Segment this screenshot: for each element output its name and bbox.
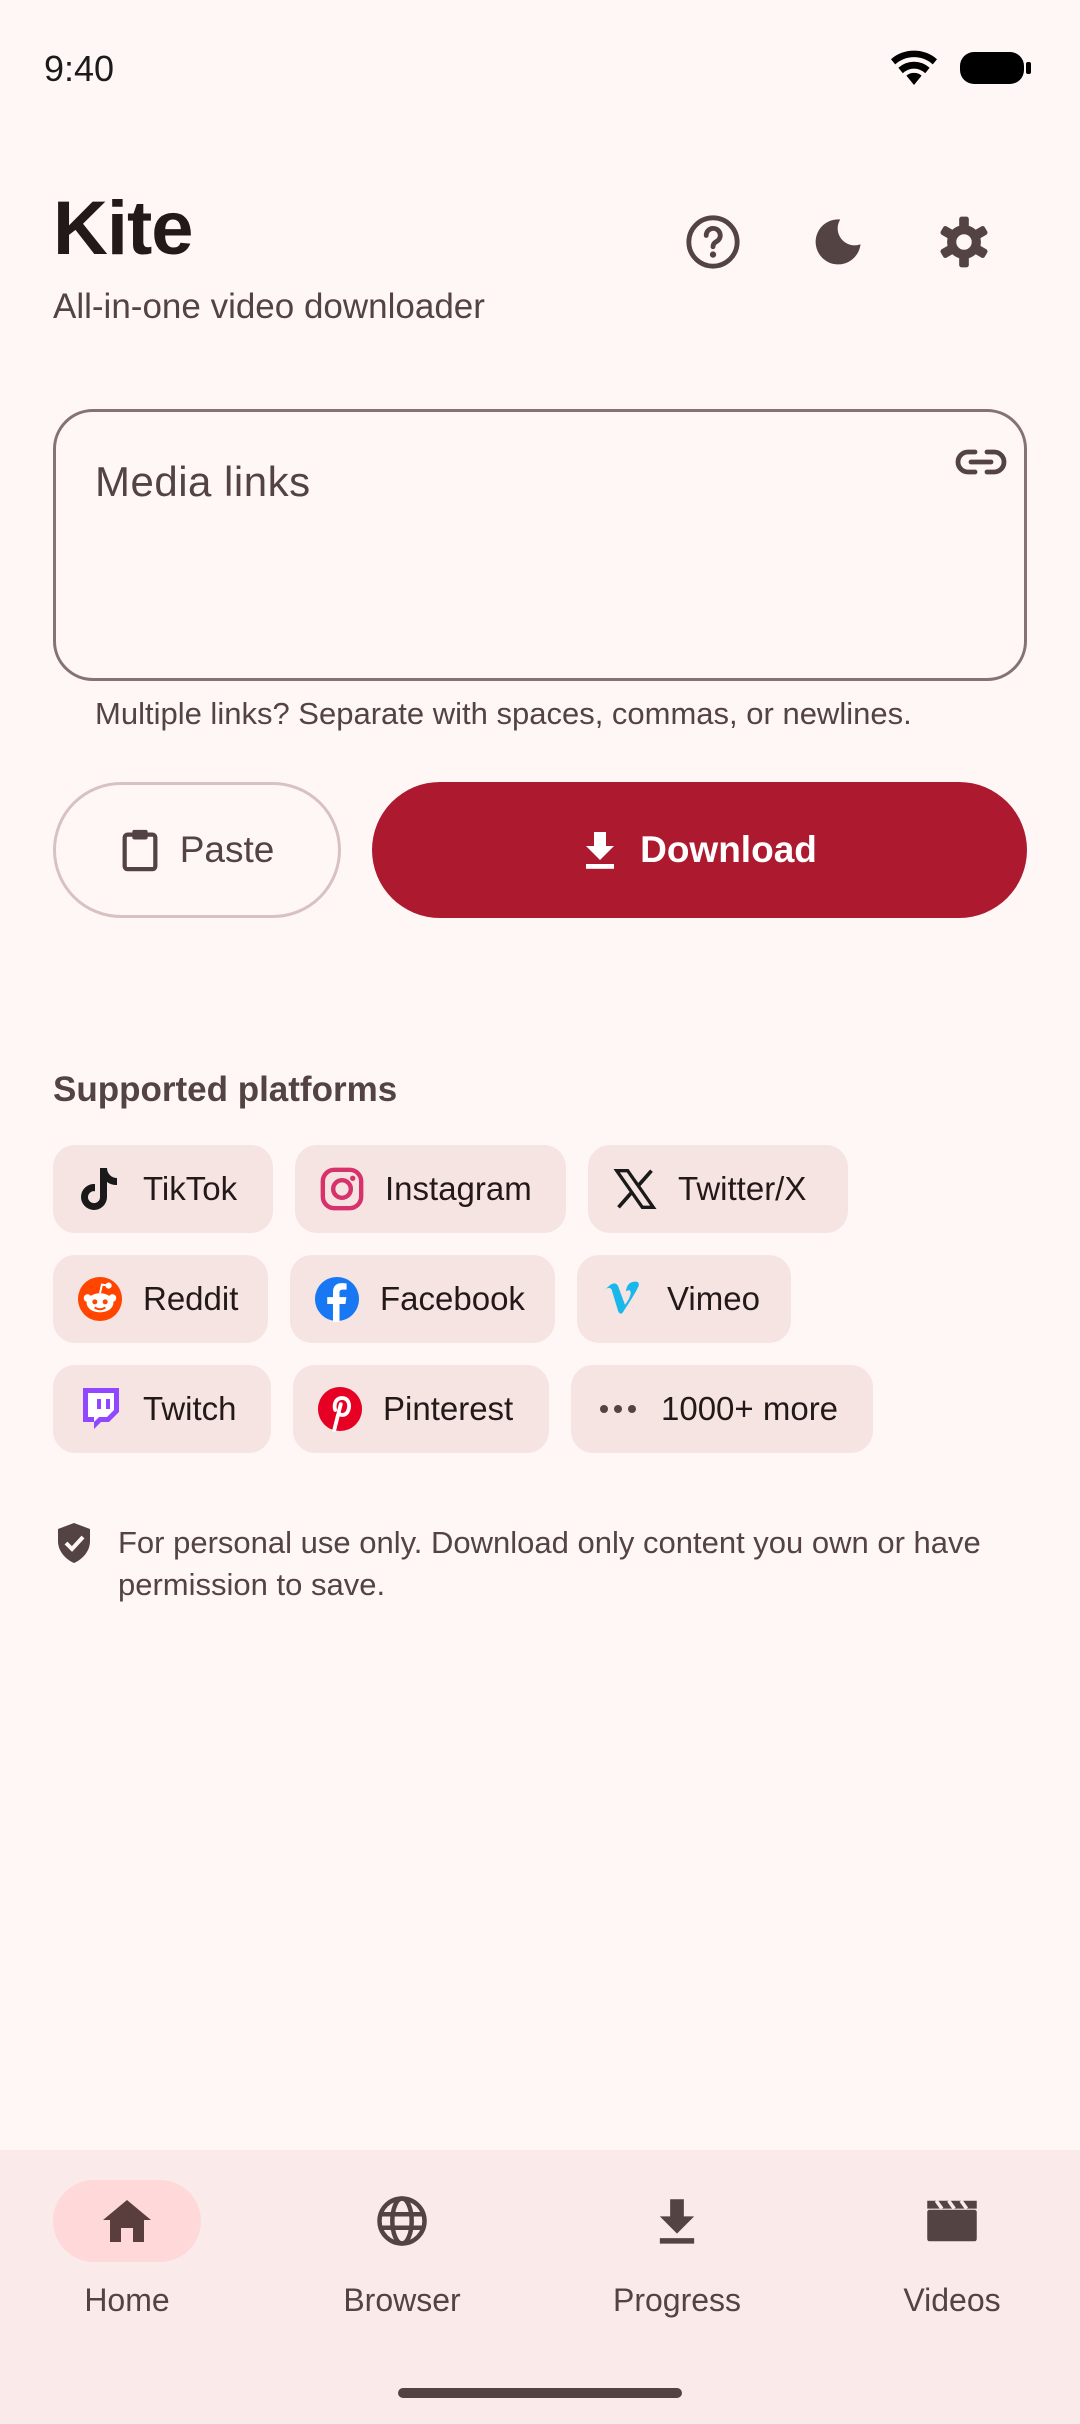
home-icon <box>103 2200 151 2242</box>
chip-label: Instagram <box>385 1170 532 1207</box>
link-icon <box>953 442 1009 487</box>
download-icon <box>586 832 615 869</box>
chip-twitch[interactable]: Twitch <box>53 1365 271 1453</box>
reddit-icon <box>77 1276 123 1322</box>
dark-mode-icon <box>815 219 861 265</box>
status-icons <box>890 50 1032 86</box>
nav-label: Videos <box>903 2282 1001 2318</box>
nav-label: Home <box>84 2282 170 2318</box>
twitch-icon <box>77 1386 123 1432</box>
download-icon <box>659 2199 695 2244</box>
chip-label: Pinterest <box>383 1390 514 1427</box>
nav-home[interactable]: Home <box>7 2180 247 2319</box>
shield-check-icon <box>56 1522 92 1569</box>
instagram-icon <box>319 1166 365 1212</box>
chip-twitter-x[interactable]: Twitter/X <box>588 1145 848 1233</box>
input-helper-text: Multiple links? Separate with spaces, co… <box>95 696 912 731</box>
disclaimer-text: For personal use only. Download only con… <box>118 1525 981 1602</box>
dark-mode-button[interactable] <box>800 204 876 280</box>
chip-vimeo[interactable]: Vimeo <box>577 1255 791 1343</box>
help-icon <box>686 215 740 269</box>
nav-icon-container <box>328 2180 476 2262</box>
nav-videos[interactable]: Videos <box>832 2180 1072 2319</box>
settings-icon <box>940 216 988 268</box>
nav-icon-container <box>878 2180 1026 2262</box>
download-button[interactable]: Download <box>372 782 1027 918</box>
download-label: Download <box>640 829 817 870</box>
media-links-input[interactable] <box>53 409 1027 681</box>
app-title: Kite <box>53 186 194 271</box>
chip-instagram[interactable]: Instagram <box>295 1145 566 1233</box>
chip-more-platforms[interactable]: 1000+ more <box>571 1365 873 1453</box>
battery-icon <box>960 52 1031 84</box>
nav-label: Browser <box>343 2282 461 2318</box>
paste-button[interactable]: Paste <box>53 782 341 918</box>
chip-label: Twitter/X <box>678 1170 807 1207</box>
clapperboard-icon <box>927 2199 977 2242</box>
chip-label: 1000+ more <box>661 1390 839 1427</box>
help-button[interactable] <box>675 204 751 280</box>
clipboard-icon <box>122 829 158 872</box>
nav-browser[interactable]: Browser <box>282 2180 522 2319</box>
chip-label: Twitch <box>143 1390 237 1427</box>
chip-label: Facebook <box>380 1280 525 1317</box>
chip-reddit[interactable]: Reddit <box>53 1255 268 1343</box>
nav-label: Progress <box>612 2282 742 2318</box>
status-time: 9:40 <box>44 48 115 89</box>
platforms-title: Supported platforms <box>53 1070 398 1109</box>
nav-active-indicator <box>53 2180 201 2262</box>
media-links-placeholder: Media links <box>95 458 311 505</box>
nav-progress[interactable]: Progress <box>557 2180 797 2319</box>
chip-label: Reddit <box>143 1280 239 1317</box>
app-subtitle: All-in-one video downloader <box>53 287 485 326</box>
facebook-icon <box>314 1276 360 1322</box>
globe-icon <box>377 2196 427 2246</box>
home-indicator <box>398 2388 682 2398</box>
chip-facebook[interactable]: Facebook <box>290 1255 555 1343</box>
chip-pinterest[interactable]: Pinterest <box>293 1365 549 1453</box>
chip-label: TikTok <box>143 1170 238 1207</box>
x-icon <box>612 1166 658 1212</box>
vimeo-icon <box>601 1276 647 1322</box>
chip-tiktok[interactable]: TikTok <box>53 1145 273 1233</box>
nav-icon-container <box>603 2180 751 2262</box>
tiktok-icon <box>77 1166 123 1212</box>
wifi-icon <box>891 50 937 85</box>
settings-button[interactable] <box>926 204 1002 280</box>
chip-label: Vimeo <box>667 1280 760 1317</box>
paste-label: Paste <box>179 829 275 870</box>
pinterest-icon <box>317 1386 363 1432</box>
more-icon <box>595 1386 641 1432</box>
